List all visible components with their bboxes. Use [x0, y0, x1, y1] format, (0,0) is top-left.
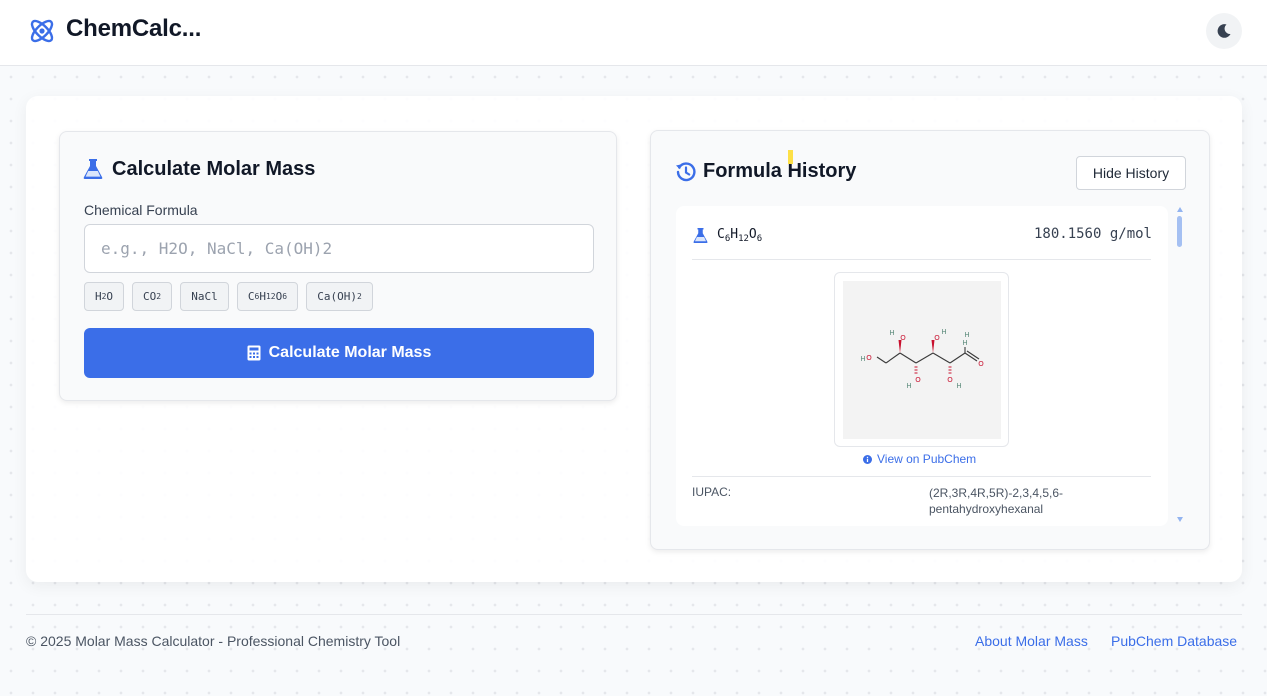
svg-text:H: H [941, 328, 946, 336]
scroll-down-icon[interactable] [1177, 517, 1183, 522]
pubchem-link[interactable]: View on PubChem [863, 452, 976, 466]
svg-text:H: H [956, 382, 961, 390]
molecule-structure-image: O H H O H O H O O H H O H [843, 281, 1001, 439]
app-header: ChemCalc... [0, 0, 1267, 66]
example-chip-glucose[interactable]: C 6 H 12 O 6 [237, 282, 298, 311]
pubchem-link-label: View on PubChem [877, 452, 977, 466]
svg-text:H: H [964, 331, 969, 339]
structure-image-frame: O H H O H O H O O H H O H [834, 272, 1009, 447]
svg-text:O: O [866, 354, 872, 362]
svg-text:H: H [962, 339, 967, 347]
example-chip-calcium-hydroxide[interactable]: Ca(OH) 2 [306, 282, 373, 311]
history-title: Formula History [703, 160, 857, 182]
iupac-value: (2R,3R,4R,5R)-2,3,4,5,6-pentahydroxyhexa… [929, 486, 1064, 516]
svg-text:H: H [889, 329, 894, 337]
calculate-button[interactable]: Calculate Molar Mass [84, 328, 594, 378]
svg-text:O: O [947, 376, 953, 384]
footer-divider [26, 614, 1242, 615]
about-molar-mass-link[interactable]: About Molar Mass [975, 633, 1088, 649]
formula-input[interactable] [84, 224, 594, 273]
history-scrollbar[interactable] [1175, 206, 1185, 526]
scroll-thumb[interactable] [1177, 216, 1182, 247]
pubchem-database-link[interactable]: PubChem Database [1111, 633, 1237, 649]
example-chip-co2[interactable]: CO 2 [132, 282, 172, 311]
moon-icon [1217, 24, 1231, 38]
history-panel: Formula History Hide History C6H12O6 180… [650, 130, 1210, 550]
svg-text:O: O [900, 334, 906, 342]
scroll-up-icon[interactable] [1177, 207, 1183, 212]
svg-text:H: H [860, 355, 865, 363]
svg-text:H: H [906, 382, 911, 390]
text-cursor [788, 150, 793, 164]
formula-label: Chemical Formula [84, 202, 198, 218]
atom-icon[interactable] [27, 16, 57, 46]
svg-text:O: O [934, 334, 940, 342]
calculator-title: Calculate Molar Mass [112, 158, 316, 180]
history-icon [676, 162, 696, 182]
svg-text:O: O [978, 360, 984, 368]
entry-molar-mass: 180.1560 g/mol [1033, 226, 1152, 242]
example-chip-h2o[interactable]: H2O [84, 282, 124, 311]
history-list[interactable]: C6H12O6 180.1560 g/mol O H H O H O H O O… [676, 206, 1168, 526]
hide-history-button[interactable]: Hide History [1076, 156, 1186, 190]
info-icon [863, 454, 872, 464]
theme-toggle-button[interactable] [1206, 13, 1242, 49]
entry-formula: C6H12O6 [717, 227, 763, 244]
entry-divider [692, 259, 1151, 260]
calculator-panel: Calculate Molar Mass Chemical Formula H2… [59, 131, 617, 401]
text-caret [790, 164, 791, 176]
calculator-icon [247, 345, 261, 361]
entry-divider [692, 476, 1151, 477]
calculate-button-label: Calculate Molar Mass [268, 344, 432, 361]
flask-icon [83, 159, 103, 179]
flask-icon [693, 228, 708, 243]
copyright-text: © 2025 Molar Mass Calculator - Professio… [26, 633, 401, 649]
example-chip-nacl[interactable]: NaCl [180, 282, 229, 311]
svg-text:O: O [915, 376, 921, 384]
iupac-label: IUPAC: [692, 485, 732, 499]
app-title[interactable]: ChemCalc... [66, 15, 201, 43]
